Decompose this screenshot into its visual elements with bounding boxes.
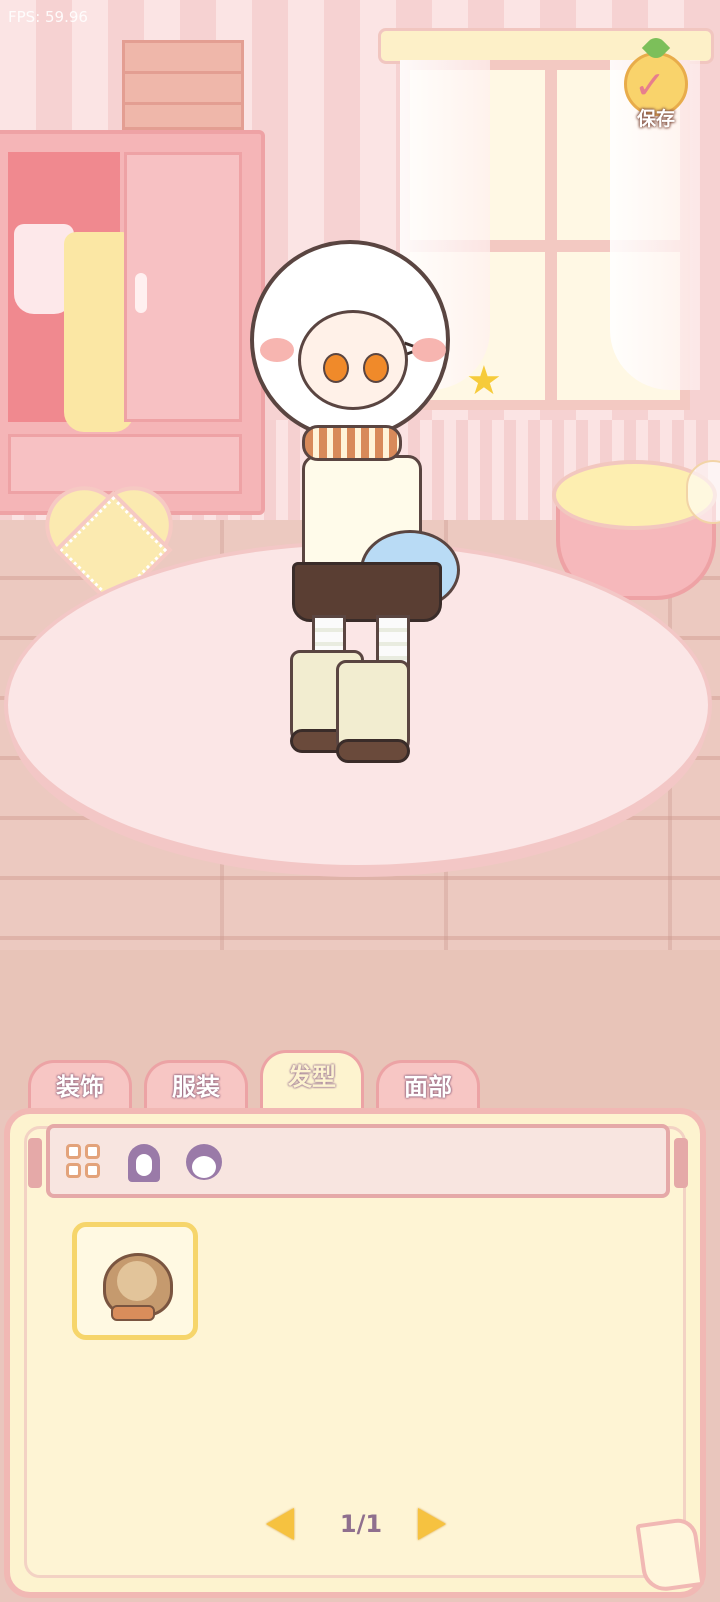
- tab-clothing[interactable]: 服装: [144, 1060, 248, 1112]
- tab-decoration[interactable]: 装饰: [28, 1060, 132, 1112]
- stacked-boxes: [122, 40, 244, 130]
- wardrobe-handle: [135, 273, 147, 313]
- character-face: [298, 310, 408, 410]
- hairstyle-item-slot[interactable]: [72, 1222, 198, 1340]
- subtab-short-hair[interactable]: [184, 1142, 224, 1182]
- long-hair-icon: [124, 1142, 164, 1182]
- character-shorts: [292, 562, 442, 622]
- prev-page-button[interactable]: [266, 1508, 302, 1544]
- character-boot-right: [336, 660, 410, 763]
- page-indicator: 1/1: [339, 1510, 383, 1538]
- wardrobe: [0, 130, 265, 515]
- short-hair-icon: [184, 1142, 224, 1182]
- save-button[interactable]: ✓ 保存: [620, 28, 692, 130]
- character-bowtie: [302, 425, 402, 461]
- star-hairpin-icon: ★: [466, 358, 502, 404]
- wardrobe-drawer: [8, 434, 242, 494]
- subtab-long-hair[interactable]: [124, 1142, 164, 1182]
- subtab-all[interactable]: [64, 1142, 104, 1182]
- grid-icon: [64, 1142, 104, 1182]
- subcategory-bar: [28, 1124, 688, 1198]
- arrow-right-icon: [418, 1508, 446, 1540]
- player-character[interactable]: > ★: [240, 230, 510, 763]
- arrow-left-icon: [266, 1508, 294, 1540]
- category-tabs: 装饰 服装 发型 面部: [28, 1050, 508, 1114]
- fps-counter: FPS: 59.96: [8, 8, 88, 26]
- tab-face[interactable]: 面部: [376, 1060, 480, 1112]
- next-page-button[interactable]: [418, 1508, 454, 1544]
- pagination: 1/1: [266, 1502, 456, 1552]
- check-icon: ✓: [634, 63, 666, 107]
- save-button-label: 保存: [636, 108, 675, 130]
- tab-hairstyle[interactable]: 发型: [260, 1050, 364, 1112]
- dress-up-scene: > ★ FPS: 59.96 ✓ 保存 装饰 服装 发型 面部: [0, 0, 720, 1602]
